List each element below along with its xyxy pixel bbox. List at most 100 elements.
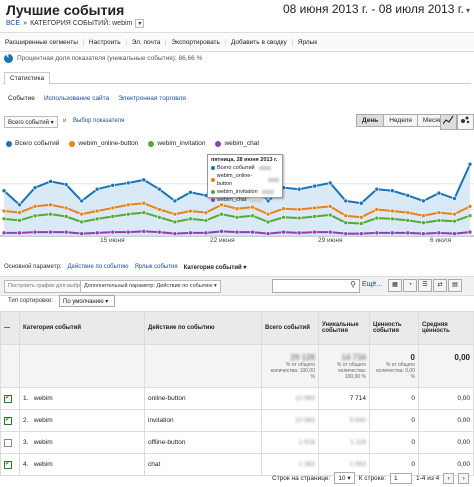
data-point[interactable] xyxy=(405,218,411,223)
data-point[interactable] xyxy=(296,215,302,221)
subtab-event[interactable]: Событие xyxy=(8,95,35,102)
data-point[interactable] xyxy=(358,231,364,236)
data-point[interactable] xyxy=(343,198,349,204)
data-point[interactable] xyxy=(1,188,7,194)
category-value[interactable]: webim xyxy=(34,461,53,468)
data-point[interactable] xyxy=(436,218,442,223)
data-point[interactable] xyxy=(327,229,333,235)
dimension-event-category[interactable]: Категория событий ▾ xyxy=(184,264,247,271)
data-point[interactable] xyxy=(141,177,147,183)
data-point[interactable] xyxy=(94,230,100,236)
data-point[interactable] xyxy=(79,211,84,217)
advanced-filter-link[interactable]: Ещё... xyxy=(362,281,382,288)
data-point[interactable] xyxy=(125,211,131,217)
period-day-button[interactable]: День xyxy=(357,115,385,126)
data-point[interactable] xyxy=(374,207,380,212)
data-point[interactable] xyxy=(125,202,131,208)
data-point[interactable] xyxy=(203,210,209,215)
data-point[interactable] xyxy=(110,182,116,188)
data-point[interactable] xyxy=(125,229,131,235)
comparison-view-icon[interactable]: ⇄ xyxy=(433,279,447,292)
data-point[interactable] xyxy=(94,216,100,222)
data-point[interactable] xyxy=(312,183,317,189)
data-point[interactable] xyxy=(157,229,162,235)
data-point[interactable] xyxy=(405,210,411,215)
data-point[interactable] xyxy=(374,186,380,192)
data-point[interactable] xyxy=(296,186,302,192)
row-checkbox-cell[interactable] xyxy=(0,409,20,432)
data-point[interactable] xyxy=(94,186,100,192)
rows-per-page-select[interactable]: 10 ▾ xyxy=(334,472,355,484)
table-row[interactable]: 2. webim invitation 10 583 5 640 0 0,00 xyxy=(0,409,474,432)
data-point[interactable] xyxy=(48,202,53,208)
data-point[interactable] xyxy=(405,230,411,236)
data-point[interactable] xyxy=(343,220,349,226)
data-point[interactable] xyxy=(265,231,271,236)
data-point[interactable] xyxy=(467,213,473,219)
action-cell[interactable]: chat xyxy=(144,453,262,476)
category-value[interactable]: webim xyxy=(34,395,53,402)
data-point[interactable] xyxy=(452,218,457,224)
data-point[interactable] xyxy=(203,218,209,223)
toolbar-shortcut[interactable]: Ярлык xyxy=(293,39,322,46)
tab-statistics[interactable]: Статистика xyxy=(4,72,51,85)
data-point[interactable] xyxy=(63,205,69,211)
data-point[interactable] xyxy=(327,180,333,186)
row-checkbox-cell[interactable] xyxy=(0,431,20,454)
category-value[interactable]: webim xyxy=(34,417,53,424)
data-point[interactable] xyxy=(141,210,147,215)
column-header[interactable]: Средняя ценность xyxy=(418,311,474,345)
data-point[interactable] xyxy=(250,229,255,235)
data-point[interactable] xyxy=(405,193,411,198)
data-point[interactable] xyxy=(32,229,38,235)
data-point[interactable] xyxy=(63,182,69,187)
data-point[interactable] xyxy=(157,214,162,220)
legend-item[interactable]: Всего событий xyxy=(6,140,59,147)
data-point[interactable] xyxy=(296,230,302,236)
select-all-header[interactable]: — xyxy=(0,311,20,345)
data-point[interactable] xyxy=(265,211,271,217)
data-point[interactable] xyxy=(32,185,38,190)
row-checkbox[interactable] xyxy=(4,416,12,425)
table-row[interactable]: 1. webim online-button 12 960 7 714 0 0,… xyxy=(0,387,474,410)
data-point[interactable] xyxy=(234,214,240,220)
performance-view-icon[interactable]: ☰ xyxy=(418,279,432,292)
data-point[interactable] xyxy=(172,211,178,217)
data-point[interactable] xyxy=(467,204,473,209)
row-checkbox-cell[interactable] xyxy=(0,453,20,476)
data-point[interactable] xyxy=(17,230,22,236)
legend-item[interactable]: webim_invitation xyxy=(148,140,205,147)
date-range-picker[interactable]: 08 июня 2013 г. - 08 июля 2013 г. ▾ xyxy=(283,2,470,16)
data-point[interactable] xyxy=(265,219,271,225)
data-point[interactable] xyxy=(436,190,442,196)
pivot-view-icon[interactable]: ▤ xyxy=(448,279,462,292)
data-point[interactable] xyxy=(188,208,193,214)
data-point[interactable] xyxy=(390,230,395,236)
table-search-input[interactable]: ⚲ xyxy=(272,279,360,293)
data-point[interactable] xyxy=(452,196,457,201)
data-point[interactable] xyxy=(188,216,193,222)
data-point[interactable] xyxy=(390,188,395,194)
row-checkbox[interactable] xyxy=(4,460,12,469)
data-point[interactable] xyxy=(17,202,22,208)
data-point[interactable] xyxy=(312,229,317,235)
line-chart-icon[interactable] xyxy=(440,114,457,130)
data-point[interactable] xyxy=(296,207,302,212)
data-point[interactable] xyxy=(467,161,473,167)
data-point[interactable] xyxy=(141,200,147,206)
data-point[interactable] xyxy=(390,216,395,222)
row-checkbox[interactable] xyxy=(4,394,12,403)
data-point[interactable] xyxy=(327,204,333,209)
data-point[interactable] xyxy=(17,218,22,223)
data-point[interactable] xyxy=(172,231,178,236)
toolbar-export[interactable]: Экспортировать xyxy=(166,38,226,46)
percentage-view-icon[interactable]: ◔ xyxy=(403,279,417,292)
sort-type-select[interactable]: По умолчанию ▾ xyxy=(59,295,115,307)
row-checkbox-cell[interactable] xyxy=(0,387,20,410)
data-point[interactable] xyxy=(327,212,333,218)
data-point[interactable] xyxy=(281,229,286,235)
data-point[interactable] xyxy=(157,207,162,212)
data-point[interactable] xyxy=(452,231,457,236)
secondary-dimension-select[interactable]: Дополнительный параметр: Действие по соб… xyxy=(80,280,221,293)
data-point[interactable] xyxy=(1,216,7,222)
